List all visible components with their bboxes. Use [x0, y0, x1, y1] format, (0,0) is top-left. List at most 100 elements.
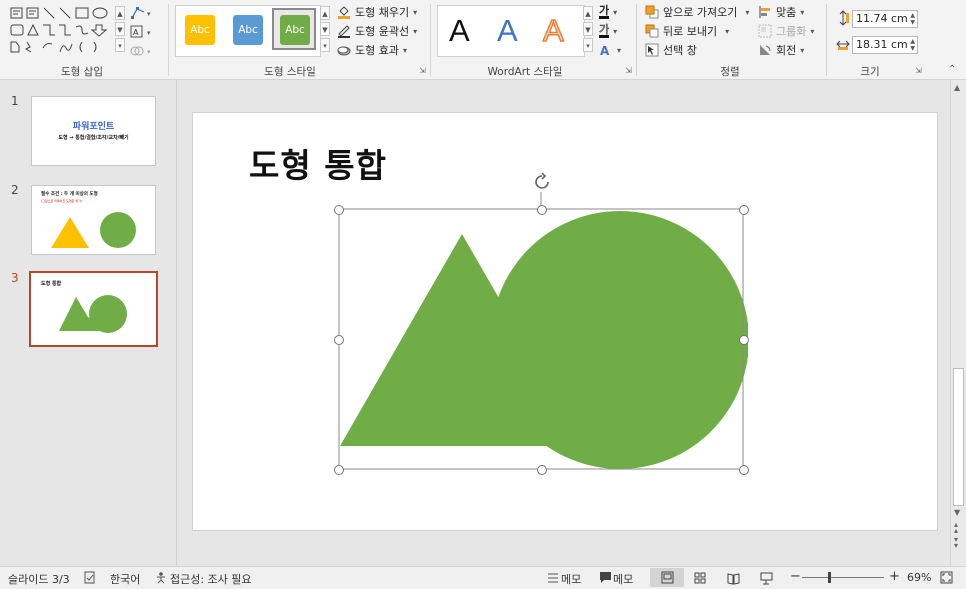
language-indicator[interactable]: 한국어: [110, 571, 140, 587]
style-preset-orange[interactable]: Abc: [185, 15, 215, 45]
accessibility-status[interactable]: 접근성: 조사 필요: [170, 571, 252, 587]
send-backward-label: 뒤로 보내기: [663, 25, 718, 38]
scroll-thumb[interactable]: [953, 368, 964, 506]
group-label-shape-styles: 도형 스타일: [264, 66, 316, 78]
next-slide-icon[interactable]: ▾ ▾: [954, 536, 958, 550]
slide-indicator: 슬라이드 3/3: [8, 573, 70, 586]
rotate-label: 회전: [776, 44, 797, 57]
group-label-arrange: 정렬: [720, 66, 740, 78]
dialog-launcher-icon[interactable]: ⇲: [624, 66, 633, 75]
accessibility-icon[interactable]: [155, 571, 168, 584]
style-preset-green[interactable]: Abc: [280, 15, 310, 45]
style-gallery-scroll-down[interactable]: ▼: [320, 22, 330, 36]
thumb-merged-shape: [59, 295, 127, 333]
zoom-level[interactable]: 69%: [907, 571, 931, 584]
dialog-launcher-icon[interactable]: ⇲: [914, 66, 923, 75]
shape-height-value: 11.74 cm: [856, 12, 908, 25]
text-effects-button[interactable]: A ▾: [599, 42, 621, 58]
shape-height-input[interactable]: 11.74 cm ▲ ▼: [852, 10, 918, 28]
zoom-in-button[interactable]: +: [889, 569, 900, 584]
slideshow-icon[interactable]: [760, 572, 773, 585]
shape-fill-button[interactable]: 도형 채우기 ▾: [337, 4, 417, 20]
shape-gallery[interactable]: [10, 6, 114, 60]
send-backward-icon: [645, 24, 659, 38]
wordart-gallery-scroll-up[interactable]: ▲: [583, 6, 593, 20]
rotate-handle-icon[interactable]: [531, 171, 553, 193]
resize-handle-right[interactable]: [739, 335, 749, 345]
collapse-ribbon-icon[interactable]: ⌃: [948, 64, 956, 75]
resize-handle-top-left[interactable]: [334, 205, 344, 215]
resize-handle-bottom[interactable]: [537, 465, 547, 475]
send-backward-button[interactable]: 뒤로 보내기 ▾: [645, 23, 729, 39]
selection-pane-button[interactable]: 선택 창: [645, 42, 697, 58]
normal-view-button[interactable]: [650, 568, 684, 587]
slide-thumbnail-pane: 1 파워포인트 도형 → 통합/결합/조각/교차/빼기 2 필수 조건 : 두 …: [0, 80, 177, 566]
separator: [636, 4, 637, 76]
slide-thumbnail-3[interactable]: 도형 통합: [29, 271, 158, 347]
vertical-scrollbar[interactable]: ▲ ▼ ▴ ▴ ▾ ▾: [950, 80, 966, 566]
notes-button[interactable]: 메모: [561, 571, 581, 587]
style-preset-blue[interactable]: Abc: [233, 15, 263, 45]
merge-shapes-icon: ▾: [130, 46, 151, 56]
shape-effects-button[interactable]: 도형 효과 ▾: [337, 42, 407, 58]
align-button[interactable]: 맞춤 ▾: [758, 4, 804, 20]
shape-gallery-scroll-up[interactable]: ▲: [115, 6, 125, 20]
height-spinner[interactable]: ▲ ▼: [910, 12, 915, 26]
dialog-launcher-icon[interactable]: ⇲: [418, 66, 427, 75]
merge-shapes-button[interactable]: ▾: [130, 44, 154, 58]
chevron-down-icon: ▾: [613, 7, 618, 17]
resize-handle-left[interactable]: [334, 335, 344, 345]
wordart-gallery-scroll-down[interactable]: ▼: [583, 22, 593, 36]
fit-to-window-icon[interactable]: [940, 571, 953, 584]
resize-handle-top-right[interactable]: [739, 205, 749, 215]
notes-icon: [548, 573, 558, 583]
comments-button[interactable]: 메모: [613, 571, 633, 587]
style-gallery-more[interactable]: ▾: [320, 38, 330, 52]
slide-thumbnail-1[interactable]: 파워포인트 도형 → 통합/결합/조각/교차/빼기: [31, 96, 156, 166]
scroll-up-arrow[interactable]: ▲: [954, 83, 960, 92]
bring-forward-button[interactable]: 앞으로 가져오기 ▾: [645, 4, 749, 20]
paint-bucket-icon: [338, 6, 350, 19]
width-spinner[interactable]: ▲ ▼: [910, 38, 915, 52]
chevron-down-icon: ▾: [613, 26, 618, 36]
shape-outline-button[interactable]: 도형 윤곽선 ▾: [337, 23, 417, 39]
edit-shape-button[interactable]: ▾: [130, 6, 154, 20]
wordart-gallery-more[interactable]: ▾: [583, 38, 593, 52]
ribbon: ▲ ▼ ▾ ▾ A ▾ ▾ 도형 삽입 Abc Abc Abc ▲ ▼ ▾ 도형 …: [0, 0, 966, 80]
shape-gallery-more[interactable]: ▾: [115, 38, 125, 52]
text-box-button[interactable]: A ▾: [130, 25, 154, 39]
thumb-title: 파워포인트: [72, 122, 115, 132]
slide-thumbnail-2[interactable]: 필수 조건 : 두 개 이상의 도형 (그림으로 이루어진 도형은 불가): [31, 185, 156, 255]
resize-handle-bottom-left[interactable]: [334, 465, 344, 475]
wordart-blue[interactable]: A: [497, 12, 518, 50]
rotate-button[interactable]: 회전 ▾: [758, 42, 804, 58]
resize-handle-top[interactable]: [537, 205, 547, 215]
zoom-slider[interactable]: [802, 572, 884, 583]
selection-pane-label: 선택 창: [663, 44, 697, 57]
previous-slide-icon[interactable]: ▴ ▴: [954, 521, 958, 535]
shape-gallery-scroll-down[interactable]: ▼: [115, 22, 125, 36]
scroll-down-arrow[interactable]: ▼: [954, 508, 960, 517]
slide-sorter-icon[interactable]: [694, 572, 707, 585]
svg-text:▾: ▾: [147, 29, 151, 37]
shape-width-icon: [836, 40, 850, 50]
reading-view-icon[interactable]: [727, 572, 740, 585]
wordart-black[interactable]: A: [449, 12, 470, 50]
thumb-title: 필수 조건 : 두 개 이상의 도형: [41, 192, 98, 197]
style-gallery-scroll-up[interactable]: ▲: [320, 6, 330, 20]
bring-forward-label: 앞으로 가져오기: [663, 6, 738, 19]
spelling-check-icon[interactable]: [84, 571, 96, 584]
text-outline-button[interactable]: 가 ▾: [599, 23, 617, 39]
shape-width-input[interactable]: 18.31 cm ▲ ▼: [852, 36, 918, 54]
text-box-icon: A ▾: [130, 25, 151, 38]
group-button[interactable]: 그룹화 ▾: [758, 23, 814, 39]
chevron-down-icon: ▾: [617, 45, 622, 55]
pen-outline-icon: [338, 25, 350, 38]
wordart-orange-outline[interactable]: A: [542, 12, 564, 50]
text-fill-glyph: 가: [599, 4, 610, 19]
text-fill-button[interactable]: 가 ▾: [599, 4, 617, 20]
resize-handle-bottom-right[interactable]: [739, 465, 749, 475]
chevron-down-icon: ▾: [725, 26, 730, 36]
zoom-slider-thumb[interactable]: [828, 572, 831, 583]
zoom-out-button[interactable]: −: [790, 569, 801, 584]
